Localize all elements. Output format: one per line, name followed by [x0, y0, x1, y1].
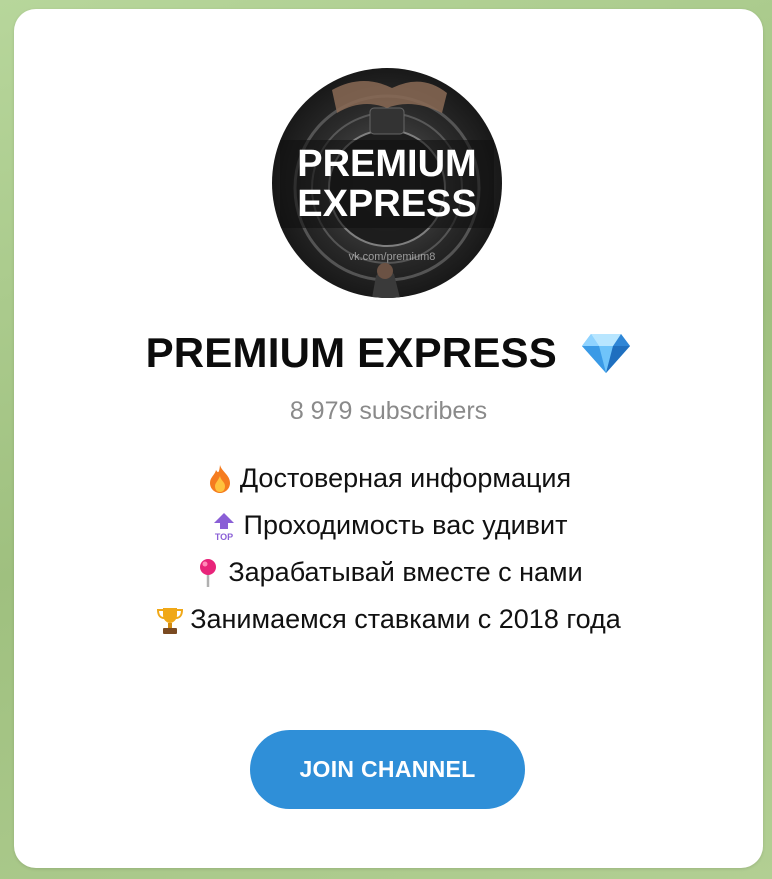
channel-card: PREMIUM EXPRESS vk.com/premium8 PREMIUM …: [14, 9, 763, 868]
top-arrow-icon: TOP: [210, 509, 238, 542]
description-text: Занимаемся ставками с 2018 года: [190, 604, 621, 634]
avatar-text-express: EXPRESS: [297, 183, 477, 225]
description-text: Достоверная информация: [239, 463, 572, 493]
fire-icon: [206, 462, 234, 493]
description-line: Занимаемся ставками с 2018 года: [14, 596, 763, 643]
channel-title-row: PREMIUM EXPRESS: [14, 329, 763, 389]
avatar-image: PREMIUM EXPRESS vk.com/premium8: [272, 68, 502, 298]
trophy-icon: [156, 603, 184, 634]
description-line: TOP Проходимость вас удивит: [14, 502, 763, 549]
avatar-text-premium: PREMIUM: [297, 143, 476, 185]
pushpin-icon: [194, 556, 222, 587]
subscriber-count: 8 979 subscribers: [289, 397, 488, 425]
channel-title: PREMIUM EXPRESS: [145, 329, 557, 376]
channel-description: Достоверная информация TOP Проходимость …: [14, 455, 763, 643]
svg-text:TOP: TOP: [214, 532, 232, 541]
description-text: Проходимость вас удивит: [243, 510, 568, 540]
description-line: Достоверная информация: [14, 455, 763, 502]
avatar-watermark: vk.com/premium8: [349, 251, 436, 263]
gem-icon: [581, 332, 631, 374]
description-text: Зарабатывай вместе с нами: [228, 557, 583, 587]
join-channel-button[interactable]: JOIN CHANNEL: [250, 730, 525, 809]
description-line: Зарабатывай вместе с нами: [14, 549, 763, 596]
channel-avatar: PREMIUM EXPRESS vk.com/premium8: [272, 68, 502, 298]
